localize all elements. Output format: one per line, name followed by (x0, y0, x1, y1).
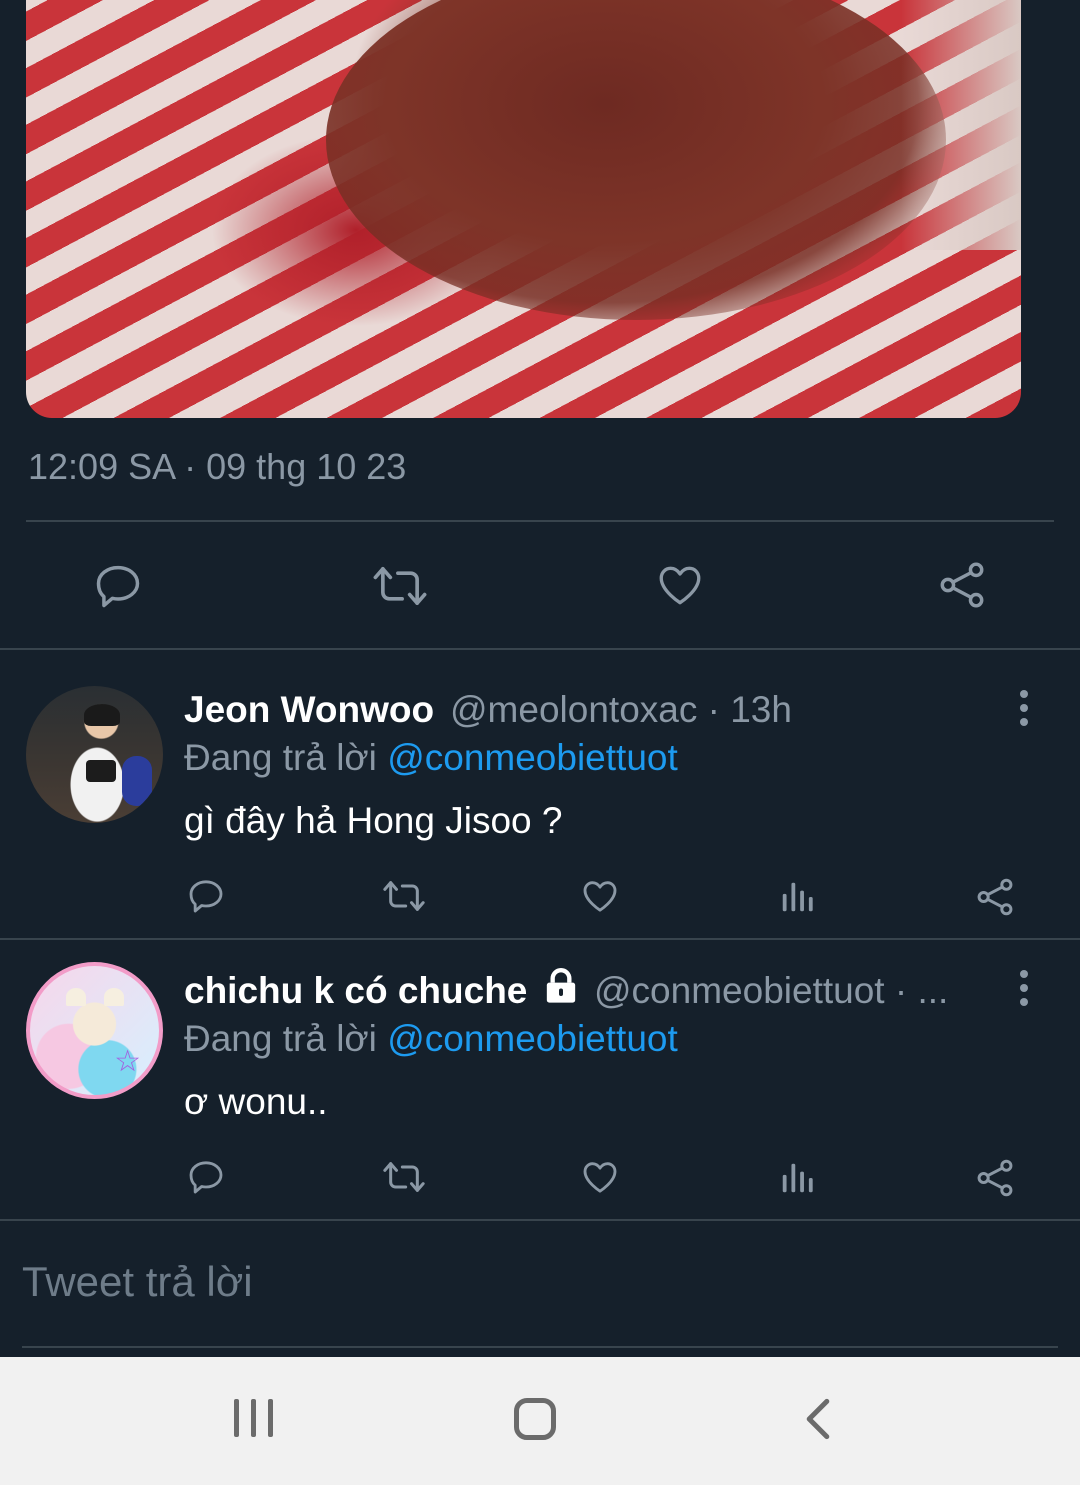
reply-author-handle: @meolontoxac · 13h (450, 689, 792, 730)
like-icon[interactable] (654, 560, 706, 610)
reply-icon[interactable] (186, 1157, 226, 1197)
tweet-media-image[interactable] (26, 0, 1021, 418)
avatar[interactable]: ☆ (26, 962, 163, 1099)
back-icon[interactable] (800, 1397, 836, 1441)
divider (0, 938, 1080, 940)
reply-icon[interactable] (186, 876, 226, 916)
mention-link[interactable]: @conmeobiettuot (387, 737, 678, 778)
reply-author-name[interactable]: chichu k có chuche (184, 970, 527, 1012)
reply-text: ơ wonu.. (184, 1081, 328, 1122)
share-icon[interactable] (974, 1157, 1016, 1199)
recents-icon[interactable] (234, 1399, 274, 1439)
home-icon[interactable] (514, 1398, 556, 1440)
analytics-icon[interactable] (778, 878, 816, 916)
share-icon[interactable] (974, 876, 1016, 918)
reply-author-name[interactable]: Jeon Wonwoo (184, 689, 434, 731)
mention-link[interactable]: @conmeobiettuot (387, 1018, 678, 1059)
like-icon[interactable] (580, 876, 620, 916)
replying-to-line: Đang trả lời @conmeobiettuot (184, 1018, 678, 1060)
divider (0, 648, 1080, 650)
divider (0, 1219, 1080, 1221)
reply-author-handle: @conmeobiettuot · ... (594, 970, 949, 1011)
share-icon[interactable] (936, 558, 988, 612)
tweet-timestamp: 12:09 SA · 09 thg 10 23 (28, 446, 407, 487)
replying-prefix: Đang trả lời (184, 737, 377, 778)
reply-icon[interactable] (92, 560, 144, 612)
avatar-detail (66, 988, 86, 1006)
analytics-icon[interactable] (778, 1159, 816, 1197)
compose-underline (22, 1346, 1058, 1348)
avatar-detail (84, 704, 120, 726)
replying-to-line: Đang trả lời @conmeobiettuot (184, 737, 678, 779)
reply-compose-input[interactable]: Tweet trả lời (22, 1258, 253, 1306)
replying-prefix: Đang trả lời (184, 1018, 377, 1059)
lock-icon (541, 966, 581, 1006)
system-navigation-bar (0, 1357, 1080, 1485)
more-options-icon[interactable] (1016, 690, 1032, 730)
reply-text: gì đây hả Hong Jisoo ? (184, 800, 563, 841)
avatar-star-decoration: ☆ (114, 1045, 141, 1078)
retweet-icon[interactable] (370, 560, 430, 612)
retweet-icon[interactable] (380, 1157, 428, 1197)
divider (26, 520, 1054, 522)
like-icon[interactable] (580, 1157, 620, 1197)
more-options-icon[interactable] (1016, 970, 1032, 1010)
avatar-detail (104, 988, 124, 1006)
avatar-detail (86, 760, 116, 782)
retweet-icon[interactable] (380, 876, 428, 916)
media-hair-region (326, 0, 946, 320)
media-background-region (901, 0, 1021, 250)
avatar-detail (122, 756, 152, 806)
avatar[interactable] (26, 686, 163, 823)
